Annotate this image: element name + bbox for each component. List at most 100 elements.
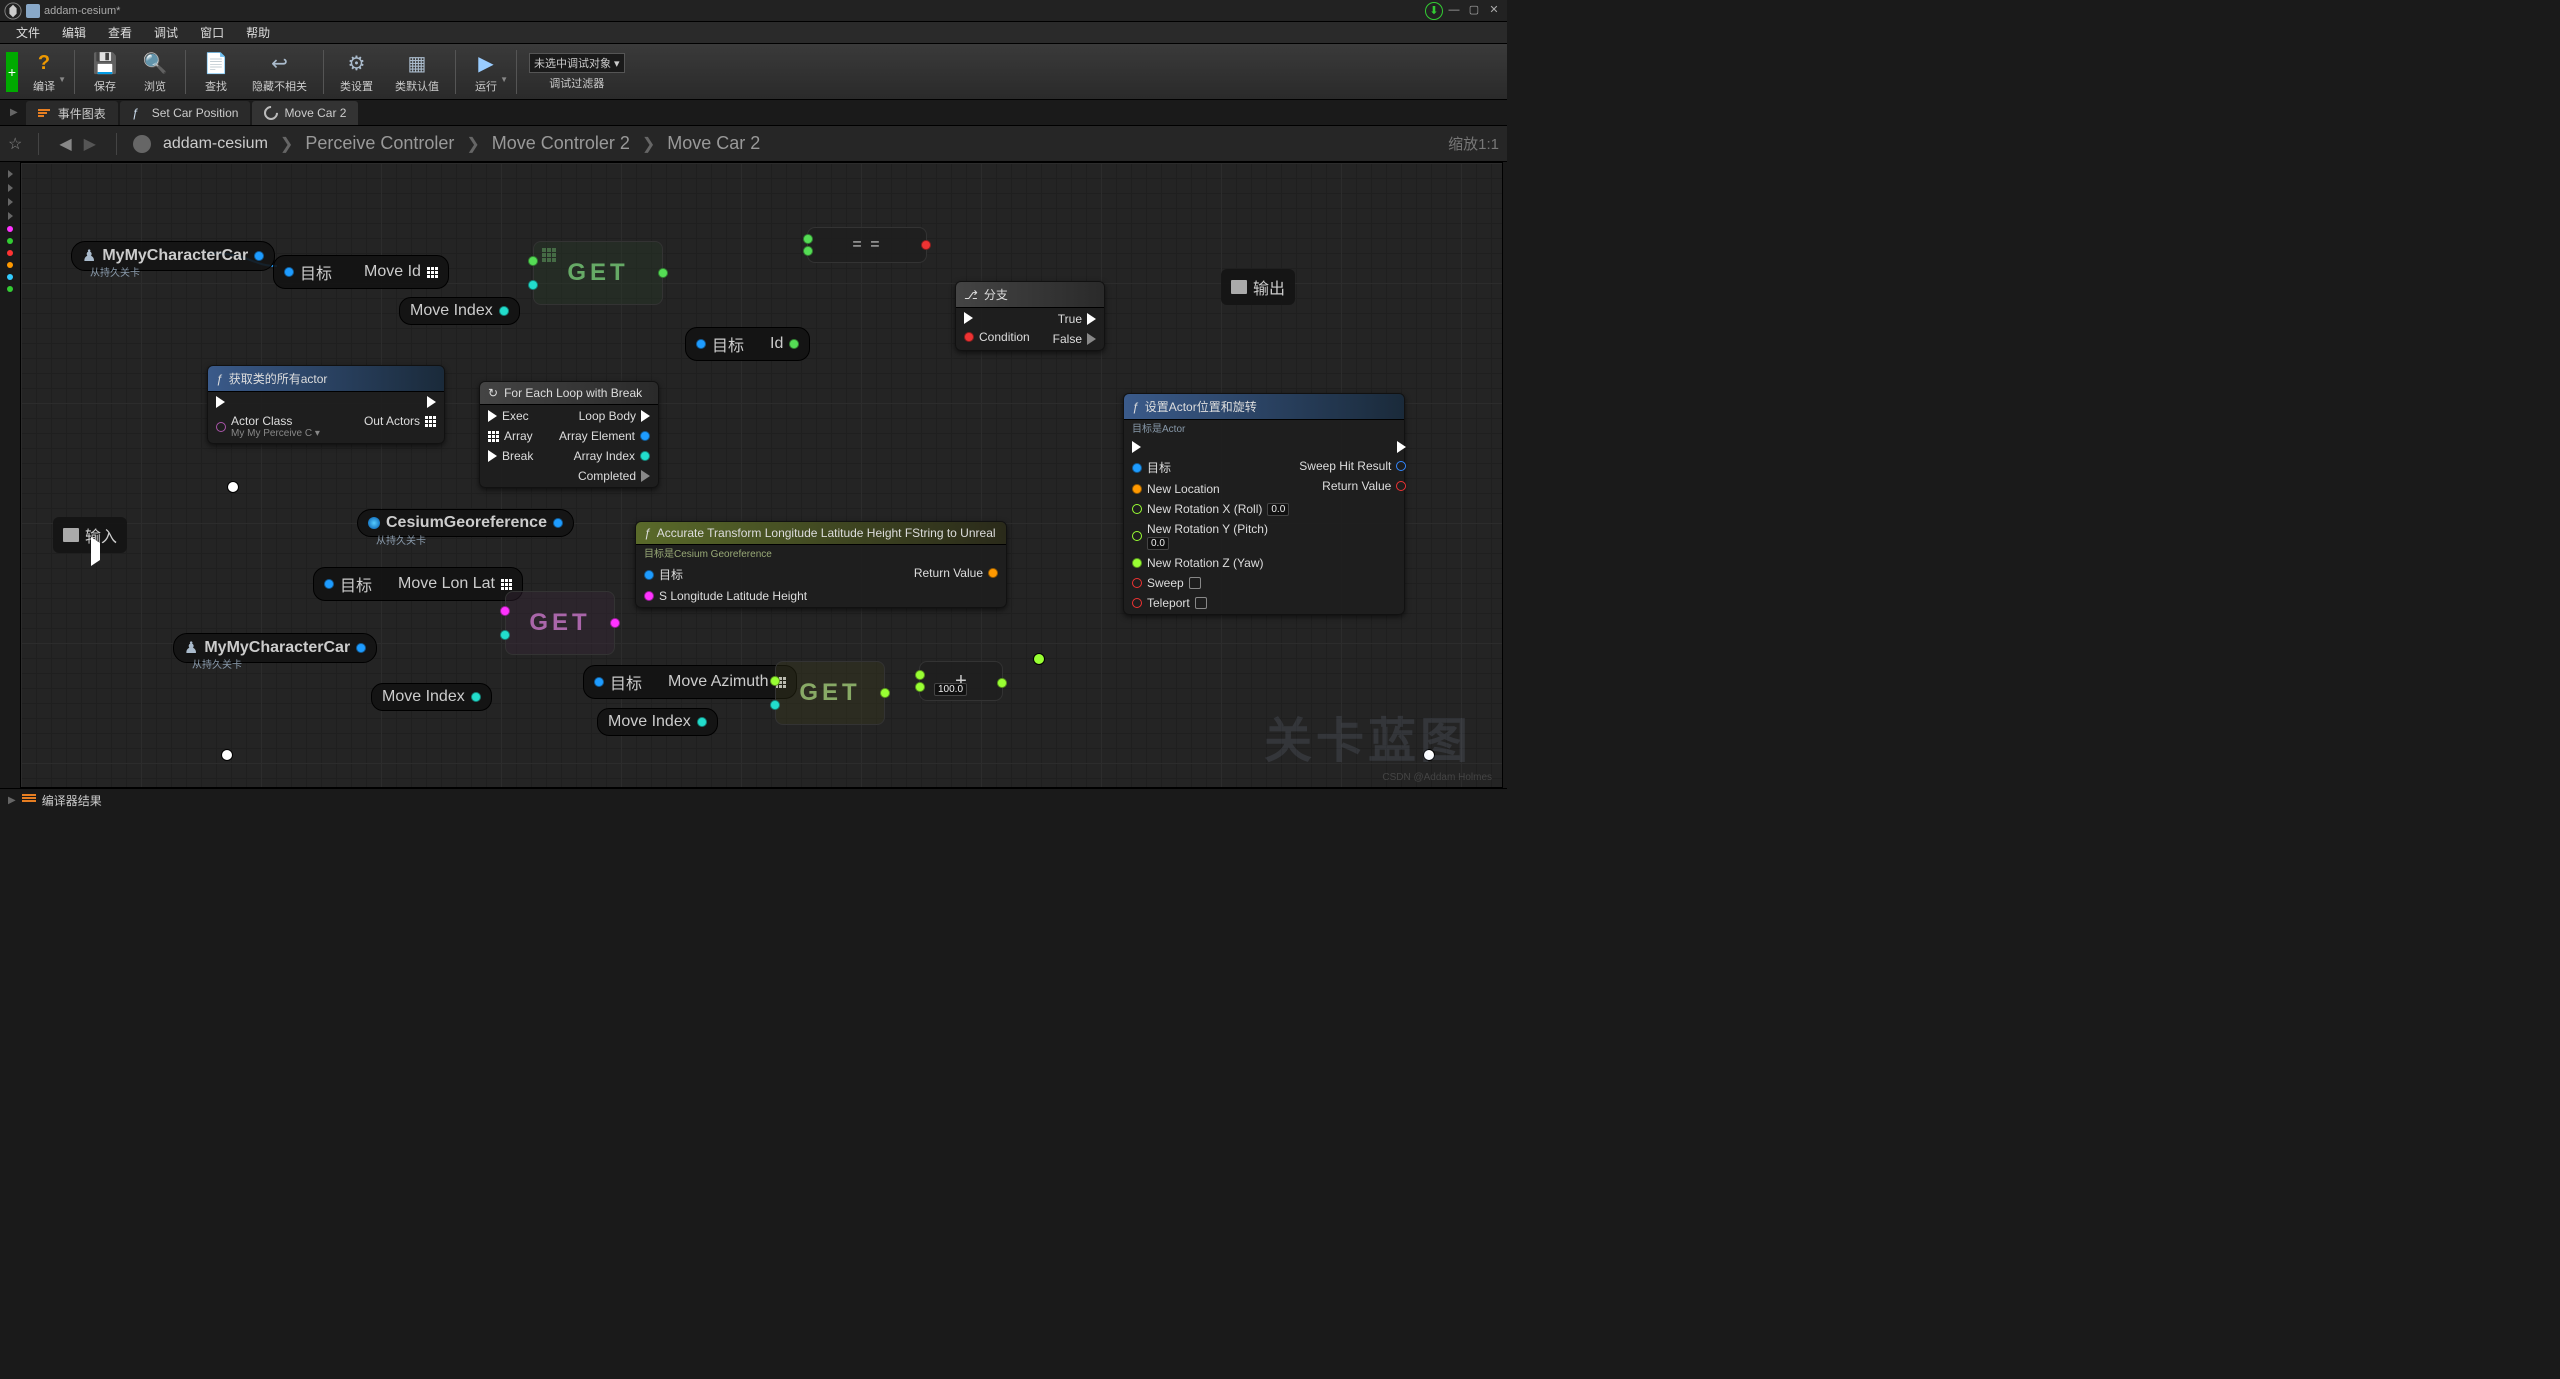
input-pin-a[interactable] — [915, 670, 925, 680]
debug-object-dropdown[interactable]: 未选中调试对象 ▾ — [529, 53, 625, 73]
set-actor-location-rotation-node[interactable]: ƒ设置Actor位置和旋转 目标是Actor 目标 New Location N… — [1123, 393, 1405, 615]
tab-move-car-2[interactable]: Move Car 2 — [252, 101, 358, 125]
equal-node[interactable]: = = — [807, 227, 927, 263]
tab-event-graph[interactable]: 事件图表 — [26, 101, 118, 125]
compile-button[interactable]: ? 编译 ▼ — [20, 48, 68, 96]
reroute-node[interactable] — [1423, 749, 1435, 761]
out-actors-pin[interactable]: Out Actors — [364, 414, 436, 428]
get-moveindex-node-2[interactable]: Move Index — [371, 683, 492, 711]
variable-node-char1[interactable]: ♟ MyMyCharacterCar 从持久关卡 — [71, 241, 275, 271]
output-pin[interactable] — [471, 692, 481, 702]
output-pin[interactable] — [658, 268, 668, 278]
menu-help[interactable]: 帮助 — [236, 22, 280, 43]
target-pin[interactable]: 目标 — [644, 566, 807, 583]
array-pin[interactable] — [770, 676, 780, 686]
reroute-node[interactable] — [1033, 653, 1045, 665]
output-pin[interactable] — [610, 618, 620, 628]
branch-node[interactable]: ⎇分支 Condition True False — [955, 281, 1105, 351]
exec-in-pin[interactable] — [1132, 441, 1289, 453]
output-pin[interactable] — [880, 688, 890, 698]
array-element-pin[interactable]: Array Element — [559, 429, 650, 443]
array-pin[interactable] — [528, 256, 538, 266]
reroute-node[interactable] — [221, 749, 233, 761]
output-pin[interactable] — [254, 251, 264, 261]
input-pin-b[interactable] — [803, 246, 813, 256]
tab-expand-icon[interactable]: ▶ — [4, 107, 24, 118]
output-pin[interactable] — [553, 518, 563, 528]
tunnel-input-node[interactable]: 输入 — [53, 517, 127, 553]
reroute-node[interactable] — [227, 481, 239, 493]
rot-z-pin[interactable]: New Rotation Z (Yaw) — [1132, 556, 1289, 570]
variable-node-cesium[interactable]: CesiumGeoreference 从持久关卡 — [357, 509, 574, 537]
output-pin[interactable] — [997, 678, 1007, 688]
input-pin-b[interactable] — [915, 682, 925, 692]
get-id-node[interactable]: 目标 Id — [685, 327, 810, 361]
run-button[interactable]: ▶ 运行 ▼ — [462, 48, 510, 96]
get-moveid-node[interactable]: 目标 Move Id — [273, 255, 449, 289]
breadcrumb-item[interactable]: Move Controler 2 — [492, 133, 630, 154]
loop-body-pin[interactable]: Loop Body — [579, 409, 650, 423]
close-button[interactable]: ✕ — [1485, 2, 1503, 18]
array-get-node-1[interactable]: GET — [533, 241, 663, 305]
array-get-node-2[interactable]: GET — [505, 591, 615, 655]
variable-node-char2[interactable]: ♟ MyMyCharacterCar 从持久关卡 — [173, 633, 377, 663]
menu-debug[interactable]: 调试 — [144, 22, 188, 43]
false-pin[interactable]: False — [1053, 332, 1096, 346]
break-pin[interactable]: Break — [488, 449, 533, 463]
class-settings-button[interactable]: ⚙ 类设置 — [330, 48, 383, 96]
tunnel-output-node[interactable]: 输出 — [1221, 269, 1295, 305]
default-value-input[interactable]: 100.0 — [934, 683, 967, 696]
output-pin[interactable] — [499, 306, 509, 316]
new-location-pin[interactable]: New Location — [1132, 482, 1289, 496]
rot-x-pin[interactable]: New Rotation X (Roll) 0.0 — [1132, 502, 1289, 516]
find-button[interactable]: 📄 查找 — [192, 48, 240, 96]
target-pin[interactable]: 目标 — [1132, 459, 1289, 476]
save-button[interactable]: 💾 保存 — [81, 48, 129, 96]
true-pin[interactable]: True — [1058, 312, 1096, 326]
exec-out-pin[interactable] — [427, 396, 436, 408]
sweep-pin[interactable]: Sweep — [1132, 576, 1289, 590]
get-moveazimuth-node[interactable]: 目标 Move Azimuth — [583, 665, 797, 699]
rot-y-pin[interactable]: New Rotation Y (Pitch)0.0 — [1132, 522, 1289, 550]
output-pin[interactable] — [921, 240, 931, 250]
output-pin[interactable] — [789, 339, 799, 349]
accurate-transform-node[interactable]: ƒAccurate Transform Longitude Latitude H… — [635, 521, 1007, 608]
get-all-actors-node[interactable]: ƒ获取类的所有actor Actor Class My My Perceive … — [207, 365, 445, 444]
output-pin[interactable] — [356, 643, 366, 653]
add-float-node[interactable]: 100.0 + — [919, 661, 1003, 701]
array-pin[interactable] — [501, 579, 512, 590]
exec-pin[interactable]: Exec — [488, 409, 533, 423]
get-movelonlat-node[interactable]: 目标 Move Lon Lat — [313, 567, 523, 601]
exec-out-pin[interactable] — [1397, 441, 1406, 453]
condition-pin[interactable]: Condition — [964, 330, 1030, 344]
menu-file[interactable]: 文件 — [6, 22, 50, 43]
exec-in-pin[interactable] — [964, 312, 1030, 324]
marketplace-button[interactable]: ⬇ — [1425, 2, 1443, 20]
nav-forward-button[interactable]: ▶ — [80, 134, 100, 154]
index-pin[interactable] — [500, 630, 510, 640]
breadcrumb-root[interactable]: addam-cesium — [163, 135, 268, 153]
breadcrumb-item[interactable]: Move Car 2 — [667, 133, 760, 154]
return-value-pin[interactable]: Return Value — [1322, 479, 1406, 493]
foreach-node[interactable]: ↻For Each Loop with Break Exec Array Bre… — [479, 381, 659, 488]
breadcrumb-item[interactable]: Perceive Controler — [305, 133, 454, 154]
favorite-star-icon[interactable]: ☆ — [8, 134, 22, 154]
tab-set-car-position[interactable]: ƒ Set Car Position — [120, 101, 251, 125]
array-pin[interactable] — [500, 606, 510, 616]
get-moveindex-node-3[interactable]: Move Index — [597, 708, 718, 736]
index-pin[interactable] — [770, 700, 780, 710]
hide-unrelated-button[interactable]: ↩ 隐藏不相关 — [242, 48, 317, 96]
array-index-pin[interactable]: Array Index — [574, 449, 650, 463]
array-pin[interactable]: Array — [488, 429, 533, 443]
index-pin[interactable] — [528, 280, 538, 290]
exec-in-pin[interactable] — [216, 396, 320, 408]
input-pin-a[interactable] — [803, 234, 813, 244]
compiler-results-tab[interactable]: ▶ 编译器结果 — [0, 788, 1507, 812]
output-pin[interactable] — [697, 717, 707, 727]
target-pin[interactable] — [324, 579, 334, 589]
exec-out-pin[interactable] — [91, 543, 100, 561]
target-pin[interactable] — [284, 267, 294, 277]
target-pin[interactable] — [696, 339, 706, 349]
actor-class-pin[interactable]: Actor Class My My Perceive C ▾ — [216, 414, 320, 439]
class-defaults-button[interactable]: ▦ 类默认值 — [385, 48, 449, 96]
